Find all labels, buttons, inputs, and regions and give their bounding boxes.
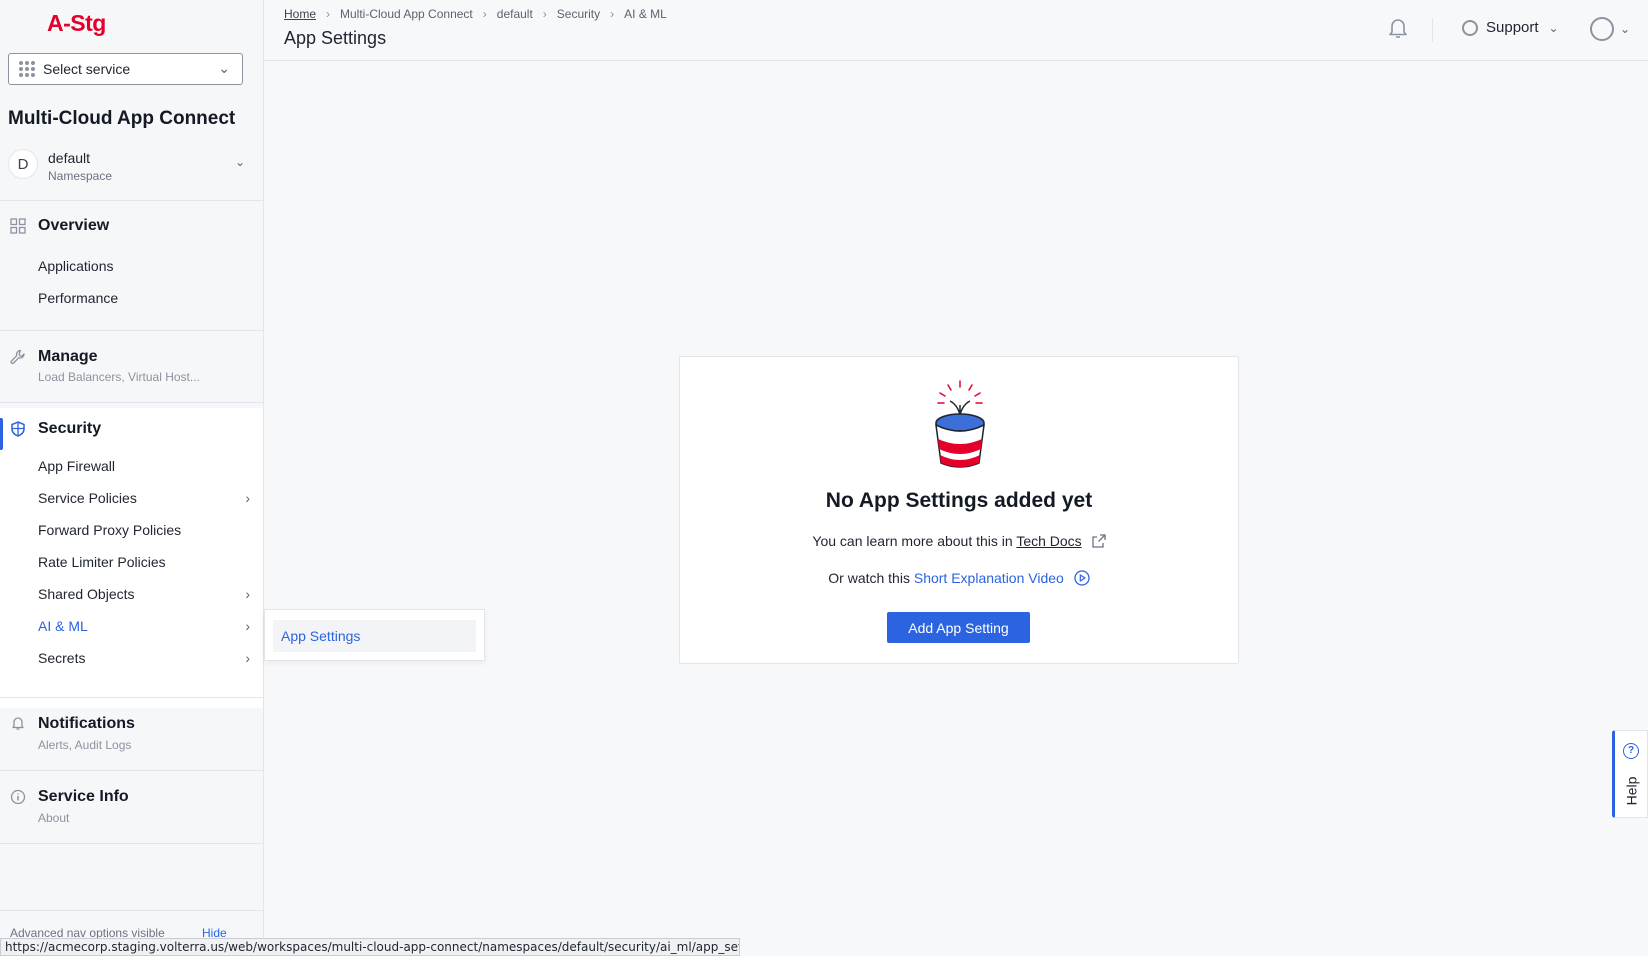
tech-docs-link[interactable]: Tech Docs bbox=[1016, 533, 1081, 549]
learn-more-text: You can learn more about this in Tech Do… bbox=[680, 533, 1238, 551]
header: Home › Multi-Cloud App Connect › default… bbox=[264, 0, 1648, 61]
divider bbox=[0, 330, 263, 331]
sidebar: A-Stg Select service ⌄ Multi-Cloud App C… bbox=[0, 0, 264, 956]
learn-more-prefix: You can learn more about this in bbox=[812, 533, 1013, 549]
plant-pot-illustration bbox=[928, 379, 992, 471]
page-title: App Settings bbox=[284, 28, 387, 48]
explanation-video-link[interactable]: Short Explanation Video bbox=[914, 570, 1064, 586]
nav-item-rate-limiter-policies[interactable]: Rate Limiter Policies bbox=[38, 554, 250, 570]
nav-item-service-policies[interactable]: Service Policies › bbox=[38, 490, 250, 506]
divider bbox=[0, 843, 263, 844]
breadcrumb-item[interactable]: Multi-Cloud App Connect bbox=[340, 7, 473, 21]
bell-icon bbox=[9, 715, 27, 733]
select-service-dropdown[interactable]: Select service ⌄ bbox=[8, 53, 243, 85]
breadcrumb-item[interactable]: AI & ML bbox=[624, 7, 667, 21]
active-indicator bbox=[0, 418, 3, 450]
nav-section-service-info[interactable]: Service Info bbox=[38, 788, 129, 806]
play-circle-icon[interactable] bbox=[1074, 570, 1090, 589]
external-link-icon[interactable] bbox=[1091, 534, 1106, 551]
nav-section-security[interactable]: Security bbox=[38, 420, 101, 438]
lifebuoy-icon bbox=[1462, 19, 1478, 36]
chevron-right-icon: › bbox=[610, 7, 615, 21]
select-service-label: Select service bbox=[43, 61, 131, 77]
nav-item-shared-objects[interactable]: Shared Objects › bbox=[38, 586, 250, 602]
chevron-right-icon: › bbox=[245, 650, 250, 666]
namespace-selector[interactable]: D default Namespace ⌄ bbox=[8, 149, 251, 189]
shield-icon bbox=[9, 421, 27, 439]
namespace-avatar: D bbox=[8, 149, 38, 179]
namespace-label: Namespace bbox=[48, 169, 113, 183]
watch-video-text: Or watch this Short Explanation Video bbox=[680, 570, 1238, 589]
watch-prefix: Or watch this bbox=[828, 570, 910, 587]
help-label: Help bbox=[1623, 776, 1640, 806]
divider bbox=[0, 910, 263, 911]
chevron-right-icon: › bbox=[245, 490, 250, 506]
add-app-setting-button[interactable]: Add App Setting bbox=[887, 612, 1030, 643]
divider bbox=[0, 402, 263, 403]
user-menu[interactable]: ⌄ bbox=[1590, 17, 1630, 41]
user-avatar-icon bbox=[1590, 17, 1614, 41]
empty-state-card: No App Settings added yet You can learn … bbox=[679, 356, 1239, 664]
chevron-right-icon: › bbox=[482, 7, 487, 21]
nav-item-performance[interactable]: Performance bbox=[38, 290, 250, 306]
nav-item-label: AI & ML bbox=[38, 618, 88, 634]
breadcrumb-item[interactable]: Security bbox=[557, 7, 600, 21]
status-bar-url: https://acmecorp.staging.volterra.us/web… bbox=[0, 938, 740, 956]
wrench-icon bbox=[9, 349, 27, 367]
apps-grid-icon bbox=[19, 61, 35, 77]
divider bbox=[0, 200, 263, 201]
nav-section-notifications[interactable]: Notifications bbox=[38, 715, 135, 733]
breadcrumb-item[interactable]: default bbox=[497, 7, 533, 21]
ai-ml-flyout-menu: App Settings bbox=[264, 609, 485, 661]
nav-item-label: Shared Objects bbox=[38, 586, 135, 602]
nav-section-service-info-subtitle: About bbox=[38, 811, 70, 825]
help-question-icon: ? bbox=[1623, 743, 1639, 759]
nav-section-notifications-subtitle: Alerts, Audit Logs bbox=[38, 738, 132, 752]
flyout-item-app-settings[interactable]: App Settings bbox=[273, 620, 476, 652]
chevron-right-icon: › bbox=[326, 7, 331, 21]
nav-item-app-firewall[interactable]: App Firewall bbox=[38, 458, 250, 474]
chevron-down-icon: ⌄ bbox=[1548, 20, 1559, 35]
divider bbox=[0, 697, 263, 698]
app-name: Multi-Cloud App Connect bbox=[8, 108, 236, 129]
chevron-right-icon: › bbox=[245, 586, 250, 602]
nav-item-label: Service Policies bbox=[38, 490, 137, 506]
logo[interactable]: A-Stg bbox=[47, 10, 106, 37]
divider bbox=[0, 770, 263, 771]
overview-grid-icon bbox=[9, 218, 27, 236]
nav-section-overview[interactable]: Overview bbox=[38, 217, 109, 235]
nav-item-secrets[interactable]: Secrets › bbox=[38, 650, 250, 666]
nav-section-manage[interactable]: Manage bbox=[38, 348, 98, 366]
nav-section-manage-subtitle: Load Balancers, Virtual Host... bbox=[38, 370, 200, 384]
support-label: Support bbox=[1486, 19, 1539, 36]
nav-item-applications[interactable]: Applications bbox=[38, 258, 250, 274]
notifications-bell-icon[interactable] bbox=[1385, 16, 1411, 42]
breadcrumb: Home › Multi-Cloud App Connect › default… bbox=[284, 7, 667, 21]
breadcrumb-home[interactable]: Home bbox=[284, 7, 316, 21]
divider bbox=[1432, 18, 1433, 42]
nav-item-forward-proxy-policies[interactable]: Forward Proxy Policies bbox=[38, 522, 250, 538]
chevron-down-icon: ⌄ bbox=[234, 155, 245, 169]
help-tab[interactable]: ? Help bbox=[1612, 730, 1648, 818]
empty-state-title: No App Settings added yet bbox=[825, 489, 1093, 512]
nav-item-label: Secrets bbox=[38, 650, 86, 666]
nav-item-ai-ml[interactable]: AI & ML › bbox=[38, 618, 250, 634]
chevron-down-icon: ⌄ bbox=[218, 60, 230, 76]
chevron-down-icon: ⌄ bbox=[1620, 22, 1631, 36]
chevron-right-icon: › bbox=[245, 618, 250, 634]
info-icon bbox=[9, 789, 27, 807]
chevron-right-icon: › bbox=[542, 7, 547, 21]
support-menu[interactable]: Support ⌄ bbox=[1462, 19, 1559, 36]
namespace-name: default bbox=[48, 150, 91, 166]
